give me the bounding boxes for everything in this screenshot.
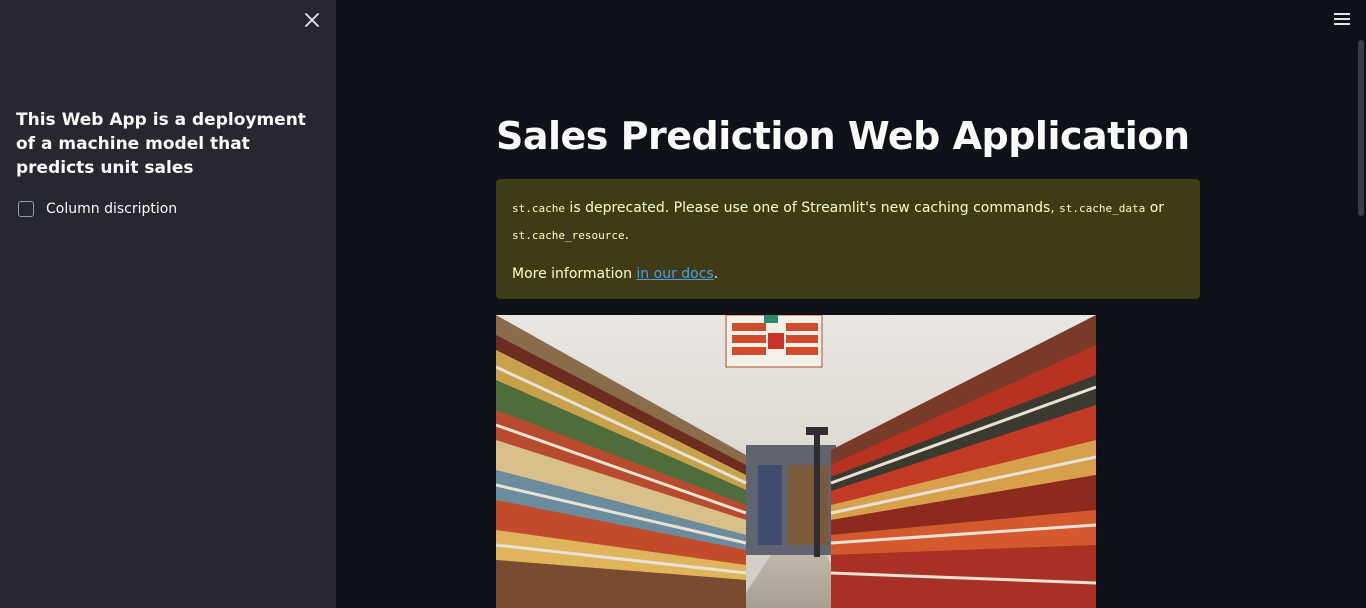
warning-text: is deprecated. Please use one of Streaml… (564, 200, 1060, 216)
checkbox-icon[interactable] (18, 201, 34, 217)
sidebar-close-button[interactable] (300, 8, 324, 32)
sidebar-heading: This Web App is a deployment of a machin… (16, 110, 306, 178)
close-icon (305, 13, 319, 27)
app-root: This Web App is a deployment of a machin… (0, 0, 1366, 608)
warning-or: or (1145, 200, 1165, 216)
scrollbar-thumb[interactable] (1358, 40, 1364, 216)
sidebar: This Web App is a deployment of a machin… (0, 0, 336, 608)
main-menu-button[interactable] (1330, 8, 1354, 30)
checkbox-label: Column discription (46, 201, 178, 217)
code-st-cache-resource: st.cache_resource (512, 229, 625, 242)
grocery-aisle-image (496, 315, 1096, 608)
page-title: Sales Prediction Web Application (496, 114, 1190, 158)
hamburger-menu-icon (1334, 13, 1350, 25)
code-st-cache: st.cache (512, 202, 565, 215)
warning-line-1: st.cache is deprecated. Please use one o… (512, 195, 1184, 249)
more-info-text: More information (512, 266, 637, 282)
deprecation-warning: st.cache is deprecated. Please use one o… (496, 179, 1200, 299)
warning-line-2: More information in our docs. (512, 261, 1184, 287)
warning-period: . (624, 227, 630, 243)
docs-link[interactable]: in our docs (636, 266, 713, 282)
code-st-cache-data: st.cache_data (1059, 202, 1146, 215)
more-info-end: . (713, 266, 719, 282)
column-description-checkbox[interactable]: Column discription (16, 198, 177, 220)
